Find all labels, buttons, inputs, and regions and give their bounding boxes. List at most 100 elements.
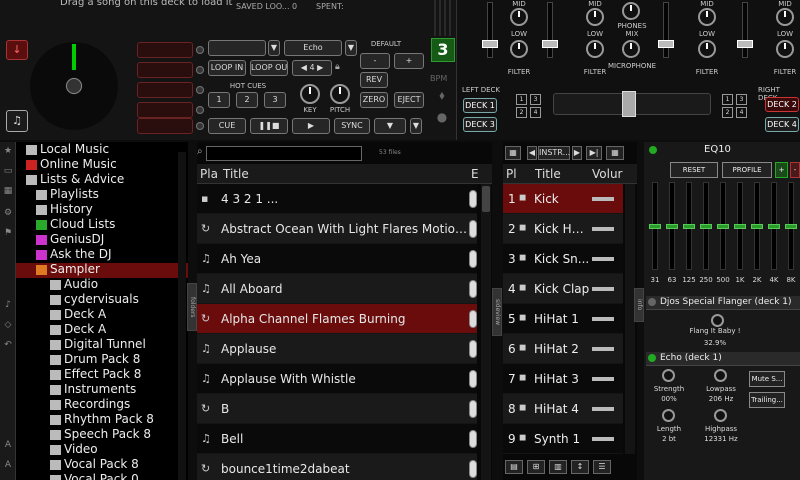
sampler-footer-icon-4[interactable]: ↕ [571,460,589,474]
sampler-volume-bar[interactable] [592,347,614,351]
monitor-icon[interactable]: ▭ [2,166,14,178]
eject-deck-icon[interactable]: ↓ [6,40,28,60]
eq-band-handle[interactable] [666,224,678,229]
tree-item[interactable]: Effect Pack 8 [16,367,188,383]
tree-item[interactable]: Local Music [16,142,188,158]
low-knob-left2[interactable] [586,40,604,58]
file-load-handle[interactable] [469,220,477,238]
sampler-next-icon[interactable]: ▶ [572,146,582,160]
fx2-power-led[interactable] [648,354,656,362]
loop-right-button[interactable]: ▶ [317,63,323,72]
deck-4-button[interactable]: DECK 4 [765,117,799,132]
sq-3-right[interactable]: 3 [736,94,747,105]
eq-profile-button[interactable]: PROFILE [722,162,772,178]
tree-item[interactable]: Speech Pack 8 [16,427,188,443]
sampler-footer-icon-2[interactable]: ⊞ [527,460,545,474]
deck-number-badge[interactable]: 3 [431,38,455,62]
sync-button[interactable]: SYNC [334,118,370,134]
sampler-row[interactable]: 3 ◼ Kick Sn... [503,244,623,274]
channel-fader-right-cap[interactable] [658,40,674,48]
file-load-handle[interactable] [469,190,477,208]
tree-item[interactable]: cydervisuals [16,292,188,308]
grid-icon[interactable]: ▦ [2,186,14,198]
mute-button[interactable]: Mute S... [749,371,785,387]
pad-5[interactable] [137,118,193,134]
sampler-volume-bar[interactable] [592,437,614,441]
loop-left-button[interactable]: ◀ [301,63,307,72]
low-knob-right[interactable] [698,40,716,58]
lowpass-knob[interactable] [714,369,727,382]
low-knob-right2[interactable] [776,40,794,58]
eq-band-handle[interactable] [734,224,746,229]
channel-fader-left-cap[interactable] [482,40,498,48]
loop-out-button[interactable]: LOOP OUT [250,60,288,76]
search-input[interactable] [206,146,362,161]
sq-4-left[interactable]: 4 [530,107,541,118]
tree-item[interactable]: Sampler [16,262,188,278]
hotcue-1-button[interactable]: 1 [208,92,230,108]
effect-dropdown[interactable]: ▼ [345,40,357,56]
sampler-bank-select[interactable]: INSTR... [538,146,570,160]
pad-4[interactable] [137,102,193,118]
tree-item[interactable]: Ask the DJ [16,247,188,263]
sampler-volume-bar[interactable] [592,377,614,381]
channel-fader-right[interactable] [663,2,669,58]
trailing-button[interactable]: Trailing... [749,392,785,408]
file-load-handle[interactable] [469,460,477,478]
sampler-col-title[interactable]: Title [535,167,561,181]
deck-2-button[interactable]: DECK 2 [765,97,799,112]
tree-item[interactable]: Playlists [16,187,188,203]
file-row[interactable]: ♫ Ah Yea [197,244,477,274]
tree-item[interactable]: GeniusDJ [16,232,188,248]
sampler-volume-bar[interactable] [592,287,614,291]
tree-item[interactable]: Audio [16,277,188,293]
sampler-col-volume[interactable]: Volur [592,167,623,181]
deck-3-button[interactable]: DECK 3 [463,117,497,132]
loop-length-selector[interactable]: ◀ 4 ▶ [292,60,332,76]
flag-icon[interactable]: ⚑ [2,228,14,240]
info-tab[interactable]: info [634,288,644,322]
tree-item[interactable]: History [16,202,188,218]
eq-band-handle[interactable] [785,224,797,229]
tree-item[interactable]: Deck A [16,307,188,323]
folders-tab[interactable]: folders [187,283,197,331]
sampler-footer-icon-5[interactable]: ☰ [593,460,611,474]
channel-fader-left2-cap[interactable] [542,40,558,48]
sampler-row[interactable]: 4 ◼ Kick Clap [503,274,623,304]
pad-3[interactable] [137,82,193,98]
minus-button[interactable]: - [360,53,390,69]
sampler-view-icon[interactable]: ▦ [606,146,624,160]
pad-2[interactable] [137,62,193,78]
file-row[interactable]: ♫ Applause [197,334,477,364]
hotcue-3-button[interactable]: 3 [264,92,286,108]
tree-item[interactable]: Lists & Advice [16,172,188,188]
sampler-volume-bar[interactable] [592,227,614,231]
mid-knob-left2[interactable] [586,8,604,26]
file-load-handle[interactable] [469,340,477,358]
tree-item[interactable]: Vocal Pack 0 [16,472,188,480]
sampler-row[interactable]: 9 ◼ Synth 1 [503,424,623,454]
plus-button[interactable]: + [394,53,424,69]
font-size-down-icon[interactable]: A [2,460,14,472]
music-note-icon[interactable]: ♫ [6,110,28,132]
mid-knob-right[interactable] [698,8,716,26]
sq-2-right[interactable]: 2 [722,107,733,118]
col-title[interactable]: Title [223,167,249,181]
eq-band-handle[interactable] [700,224,712,229]
fx1-power-led[interactable] [648,298,656,306]
sampler-row[interactable]: 1 ◼ Kick [503,184,623,214]
file-row[interactable]: ♫ Applause With Whistle [197,364,477,394]
file-row[interactable]: ↻ Abstract Ocean With Light Flares Motion… [197,214,477,244]
sampler-col-play[interactable]: Pl [506,167,517,181]
sampler-prev-icon[interactable]: ◀ [527,146,537,160]
sq-1-right[interactable]: 1 [722,94,733,105]
eq-power-led[interactable] [649,146,657,154]
file-load-handle[interactable] [469,250,477,268]
eq-remove-button[interactable]: - [790,162,800,178]
file-row[interactable]: ↻ bounce1time2dabeat [197,454,477,480]
pitch-knob[interactable] [330,84,350,104]
sampler-row[interactable]: 8 ◼ HiHat 4 [503,394,623,424]
channel-fader-left2[interactable] [547,2,553,58]
tree-item[interactable]: Recordings [16,397,188,413]
eq-band-handle[interactable] [751,224,763,229]
